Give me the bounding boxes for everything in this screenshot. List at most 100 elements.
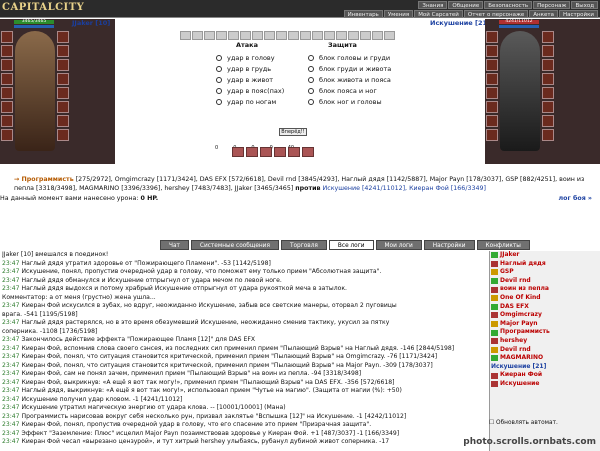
enemy-roster[interactable]: Искушение [4241/11012], Киеран Фой [166/… xyxy=(323,185,486,192)
roster-prefix[interactable]: → Программисть xyxy=(14,176,74,183)
tab-all-logs[interactable]: Все логи xyxy=(328,240,374,250)
nav-my-sarsatey[interactable]: Мой Сарсатей xyxy=(414,10,463,18)
team-b-header[interactable]: Искушение [21] xyxy=(490,363,600,372)
nav-profile[interactable]: Анкета xyxy=(529,10,558,18)
tab-chat[interactable]: Чат xyxy=(160,240,189,250)
spell-icon[interactable] xyxy=(274,147,286,157)
participant-team-a[interactable]: Major Payn xyxy=(490,320,600,329)
forward-button[interactable]: Вперёд!! xyxy=(279,128,307,136)
participant-team-a[interactable]: DAS EFX xyxy=(490,303,600,312)
equip-slot[interactable] xyxy=(1,101,13,113)
equip-slot[interactable] xyxy=(542,31,554,43)
equip-slot[interactable] xyxy=(1,45,13,57)
participant-team-a[interactable]: GSP xyxy=(490,268,600,277)
tab-conflicts[interactable]: Конфликты xyxy=(476,240,530,250)
participant-team-a[interactable]: JJaker xyxy=(490,251,600,260)
equip-slot[interactable] xyxy=(486,87,498,99)
equip-slot[interactable] xyxy=(486,129,498,141)
participant-team-a[interactable]: Devil rnd xyxy=(490,346,600,355)
participant-team-a[interactable]: Программисть xyxy=(490,328,600,337)
defense-radio[interactable] xyxy=(308,98,314,105)
nav-character[interactable]: Персонаж xyxy=(533,1,571,9)
auto-update-toggle[interactable]: ☐ Обновлять автомат. xyxy=(489,420,558,426)
equip-slot[interactable] xyxy=(542,73,554,85)
defense-radio[interactable] xyxy=(308,54,314,61)
participant-team-a[interactable]: MAGMARINO xyxy=(490,354,600,363)
equip-slot[interactable] xyxy=(1,31,13,43)
equip-slot[interactable] xyxy=(57,115,69,127)
participant-team-a[interactable]: hershey xyxy=(490,337,600,346)
participant-team-a[interactable]: воин из пепла xyxy=(490,285,600,294)
equip-slot[interactable] xyxy=(486,73,498,85)
left-player-name[interactable]: JJaker [10] xyxy=(72,19,110,27)
nav-knowledge[interactable]: Знания xyxy=(418,1,448,9)
tab-my-logs[interactable]: Мои логи xyxy=(375,240,422,250)
equip-slot[interactable] xyxy=(486,115,498,127)
equip-slot[interactable] xyxy=(542,87,554,99)
tab-system-messages[interactable]: Системные сообщения xyxy=(190,240,279,250)
attack-radio[interactable] xyxy=(216,76,222,83)
participant-team-b[interactable]: Искушение xyxy=(490,380,600,389)
equip-slot[interactable] xyxy=(486,45,498,57)
participant-team-b[interactable]: Киеран Фой xyxy=(490,371,600,380)
attack-option[interactable]: удар в пояс(пах) xyxy=(227,87,284,95)
nav-communication[interactable]: Общение xyxy=(448,1,484,9)
equip-slot[interactable] xyxy=(1,115,13,127)
defense-option[interactable]: блок головы и груди xyxy=(319,54,390,62)
spell-icon[interactable] xyxy=(246,147,258,157)
equip-slot[interactable] xyxy=(57,45,69,57)
participant-team-a[interactable]: Devil rnd xyxy=(490,277,600,286)
equip-slot[interactable] xyxy=(57,73,69,85)
equip-slot[interactable] xyxy=(542,115,554,127)
equip-slot[interactable] xyxy=(542,129,554,141)
equip-slot[interactable] xyxy=(57,87,69,99)
defense-option[interactable]: блок ног и головы xyxy=(319,98,382,106)
equip-slot[interactable] xyxy=(1,59,13,71)
equip-slot[interactable] xyxy=(57,129,69,141)
defense-radio[interactable] xyxy=(308,76,314,83)
equip-slot[interactable] xyxy=(57,59,69,71)
attack-option[interactable]: удар в грудь xyxy=(227,65,271,73)
fight-log-link[interactable]: лог боя » xyxy=(559,195,592,202)
defense-option[interactable]: блок пояса и ног xyxy=(319,87,377,95)
attack-radio[interactable] xyxy=(216,54,222,61)
defense-option[interactable]: блок груди и живота xyxy=(319,65,391,73)
tab-settings[interactable]: Настройки xyxy=(423,240,475,250)
nav-inventory[interactable]: Инвентарь xyxy=(343,10,383,18)
equip-slot[interactable] xyxy=(57,101,69,113)
spell-icon[interactable] xyxy=(302,147,314,157)
equip-slot[interactable] xyxy=(542,59,554,71)
defense-radio[interactable] xyxy=(308,65,314,72)
defense-radio[interactable] xyxy=(308,87,314,94)
attack-radio[interactable] xyxy=(216,65,222,72)
equip-slot[interactable] xyxy=(1,87,13,99)
equip-slot[interactable] xyxy=(542,101,554,113)
defense-option[interactable]: блок живота и пояса xyxy=(319,76,391,84)
nav-skills[interactable]: Умения xyxy=(383,10,414,18)
equip-slot[interactable] xyxy=(1,129,13,141)
participant-team-a[interactable]: Наглый дядя xyxy=(490,260,600,269)
attack-option[interactable]: удар по ногам xyxy=(227,98,276,106)
tab-trade[interactable]: Торговля xyxy=(280,240,327,250)
equip-slot[interactable] xyxy=(57,31,69,43)
spell-icon[interactable] xyxy=(288,147,300,157)
nav-character-report[interactable]: Отчет о персонаже xyxy=(463,10,529,18)
equip-slot[interactable] xyxy=(542,45,554,57)
attack-radio[interactable] xyxy=(216,87,222,94)
spell-icon[interactable] xyxy=(232,147,244,157)
equip-slot[interactable] xyxy=(486,31,498,43)
attack-option[interactable]: удар в голову xyxy=(227,54,275,62)
attack-radio[interactable] xyxy=(216,98,222,105)
spell-icon[interactable] xyxy=(260,147,272,157)
participant-team-a[interactable]: Omgimcrazy xyxy=(490,311,600,320)
nav-security[interactable]: Безопасность xyxy=(484,1,533,9)
equip-slot[interactable] xyxy=(486,59,498,71)
equip-slot[interactable] xyxy=(1,73,13,85)
nav-settings[interactable]: Настройки xyxy=(558,10,598,18)
attack-option[interactable]: удар в живот xyxy=(227,76,273,84)
participant-name: воин из пепла xyxy=(500,285,549,293)
participant-team-a[interactable]: One Of Kind xyxy=(490,294,600,303)
equip-slot[interactable] xyxy=(486,101,498,113)
right-player-name[interactable]: Искушение [21] xyxy=(430,19,490,27)
nav-exit[interactable]: Выход xyxy=(571,1,598,9)
